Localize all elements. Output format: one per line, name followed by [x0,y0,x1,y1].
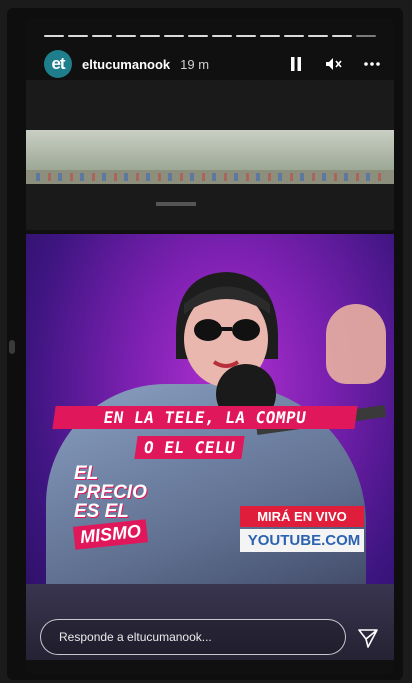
progress-segment [260,35,280,37]
progress-segment [44,35,64,37]
prev-story-arrow[interactable] [9,340,15,354]
send-icon[interactable] [356,626,380,650]
reply-placeholder: Responde a eltucumanook... [59,630,212,644]
progress-segment [92,35,112,37]
mute-icon[interactable] [324,54,344,74]
progress-segment [212,35,232,37]
story-progress-bar [44,35,376,37]
username[interactable]: eltucumanook [82,57,170,72]
progress-segment [116,35,136,37]
sticker-word-4: MISMO [72,519,149,550]
sticker-word-2: PRECIO [74,482,147,503]
price-sticker: EL PRECIO ES EL MISMO [72,463,164,574]
youtube-link-sticker[interactable]: MIRÁ EN VIVO YOUTUBE.COM [240,506,364,552]
caption-line-1: EN LA TELE, LA COMPU [52,406,358,429]
story-header: et eltucumanook 19 m [44,48,382,80]
progress-segment [68,35,88,37]
avatar[interactable]: et [44,50,72,78]
story-card[interactable]: et eltucumanook 19 m EN LA TELE, LA COMP… [26,18,394,674]
background-monitor [26,80,394,230]
link-sticker[interactable]: YOUTUBE.COM [240,529,364,552]
progress-segment [164,35,184,37]
sticker-word-3: ES EL [74,501,129,522]
live-label: MIRÁ EN VIVO [240,506,364,527]
sticker-word-1: EL [74,463,99,484]
more-icon[interactable] [362,54,382,74]
progress-segment [308,35,328,37]
post-time: 19 m [180,56,210,72]
progress-segment [332,35,352,37]
link-url: YOUTUBE.COM [247,532,361,549]
pause-icon[interactable] [286,54,306,74]
progress-segment [356,35,376,37]
progress-segment [188,35,208,37]
progress-segment [140,35,160,37]
reply-input[interactable]: Responde a eltucumanook... [40,619,346,655]
progress-segment [284,35,304,37]
progress-segment [236,35,256,37]
caption-line-2: O EL CELU [134,436,245,459]
